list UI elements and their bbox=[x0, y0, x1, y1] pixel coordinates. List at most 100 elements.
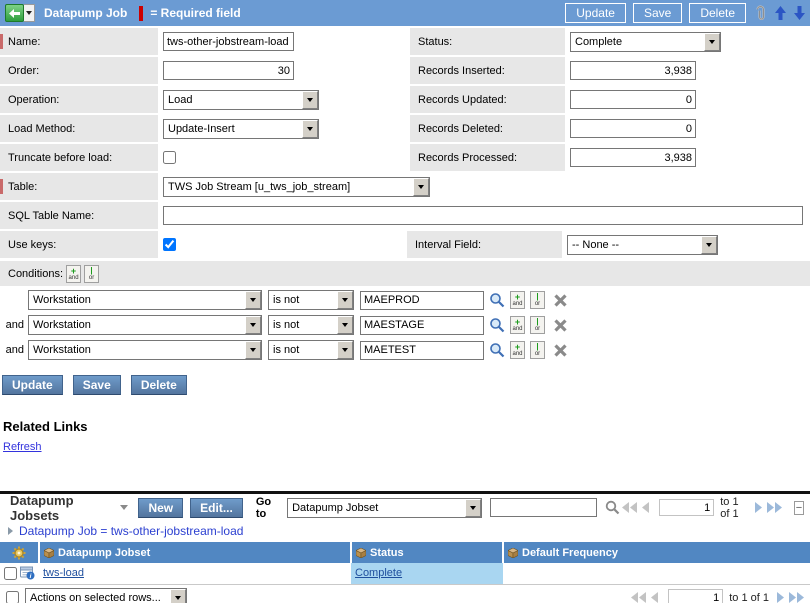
condition-row: and Workstation is not +and |or bbox=[0, 339, 810, 361]
add-or-condition-button[interactable]: |or bbox=[84, 265, 99, 283]
list-title[interactable]: Datapump Jobsets bbox=[10, 493, 116, 523]
reference-lookup-icon[interactable] bbox=[489, 342, 505, 358]
records-deleted-input[interactable] bbox=[570, 119, 696, 138]
list-breadcrumb: Datapump Job = tws-other-jobstream-load bbox=[0, 521, 810, 540]
update-button[interactable]: Update bbox=[565, 3, 626, 23]
goto-field-select[interactable]: Datapump Jobset bbox=[287, 498, 482, 518]
search-icon[interactable] bbox=[605, 500, 620, 515]
delete-condition-icon[interactable] bbox=[554, 344, 567, 357]
back-button[interactable] bbox=[5, 4, 24, 22]
records-processed-input[interactable] bbox=[570, 148, 696, 167]
column-header-jobset[interactable]: Datapump Jobset bbox=[39, 542, 351, 563]
select-all-checkbox[interactable] bbox=[6, 591, 19, 603]
page-number-input[interactable] bbox=[668, 589, 723, 603]
list-pager-bottom: to 1 of 1 bbox=[629, 589, 806, 603]
records-deleted-label: Records Deleted: bbox=[410, 115, 565, 142]
table-label: Table: bbox=[0, 173, 158, 200]
add-and-condition-button[interactable]: +and bbox=[510, 316, 525, 334]
order-input[interactable] bbox=[163, 61, 294, 80]
status-select[interactable]: Complete bbox=[570, 32, 721, 52]
add-and-condition-button[interactable]: +and bbox=[510, 341, 525, 359]
new-button[interactable]: New bbox=[138, 498, 183, 518]
next-page-icon[interactable] bbox=[777, 592, 785, 603]
last-page-icon[interactable] bbox=[767, 502, 782, 513]
next-record-icon[interactable] bbox=[794, 6, 805, 20]
name-input[interactable] bbox=[163, 32, 294, 51]
condition-operator-select[interactable]: is not bbox=[268, 315, 354, 335]
delete-condition-icon[interactable] bbox=[554, 294, 567, 307]
row-checkbox[interactable] bbox=[4, 567, 17, 580]
operation-select[interactable]: Load bbox=[163, 90, 319, 110]
previous-record-icon[interactable] bbox=[775, 6, 786, 20]
refresh-link[interactable]: Refresh bbox=[3, 441, 42, 453]
save-button[interactable]: Save bbox=[633, 3, 682, 23]
truncate-label: Truncate before load: bbox=[0, 144, 158, 171]
previous-page-icon[interactable] bbox=[650, 592, 658, 603]
condition-value-input[interactable] bbox=[360, 341, 484, 360]
delete-condition-icon[interactable] bbox=[554, 319, 567, 332]
edit-button[interactable]: Edit... bbox=[190, 498, 243, 518]
first-page-icon[interactable] bbox=[631, 592, 646, 603]
form-row-operation: Operation: Load bbox=[0, 86, 405, 113]
back-menu-button[interactable] bbox=[24, 4, 35, 22]
condition-field-select[interactable]: Workstation bbox=[28, 290, 262, 310]
jobset-cell: tws-load bbox=[39, 563, 351, 584]
previous-page-icon[interactable] bbox=[641, 502, 649, 513]
condition-operator-select[interactable]: is not bbox=[268, 340, 354, 360]
load-method-select[interactable]: Update-Insert bbox=[163, 119, 319, 139]
conditions-bar: Conditions: +and |or bbox=[0, 261, 810, 286]
add-or-condition-button[interactable]: |or bbox=[530, 341, 545, 359]
form-row-status: Status: Complete bbox=[405, 28, 810, 55]
record-preview-icon[interactable]: i bbox=[20, 566, 35, 580]
sql-table-name-input[interactable] bbox=[163, 206, 803, 225]
reference-lookup-icon[interactable] bbox=[489, 317, 505, 333]
page-number-input[interactable] bbox=[659, 499, 714, 516]
breadcrumb-arrow-icon bbox=[8, 527, 13, 535]
first-page-icon[interactable] bbox=[622, 502, 637, 513]
chevron-down-icon bbox=[465, 499, 481, 517]
cube-icon bbox=[508, 548, 518, 558]
reference-lookup-icon[interactable] bbox=[489, 292, 505, 308]
delete-button[interactable]: Delete bbox=[689, 3, 746, 23]
last-page-icon[interactable] bbox=[789, 592, 804, 603]
delete-button[interactable]: Delete bbox=[131, 375, 187, 395]
condition-value-input[interactable] bbox=[360, 316, 484, 335]
table-select[interactable]: TWS Job Stream [u_tws_job_stream] bbox=[163, 177, 430, 197]
header-gear-cell[interactable] bbox=[0, 542, 39, 563]
condition-value-input[interactable] bbox=[360, 291, 484, 310]
form-footer-buttons: Update Save Delete bbox=[2, 375, 810, 395]
add-and-condition-button[interactable]: +and bbox=[66, 265, 81, 283]
add-or-condition-button[interactable]: |or bbox=[530, 291, 545, 309]
update-button[interactable]: Update bbox=[2, 375, 63, 395]
condition-field-select[interactable]: Workstation bbox=[28, 340, 262, 360]
list-footer: Actions on selected rows... to 1 of 1 bbox=[0, 588, 810, 603]
records-inserted-input[interactable] bbox=[570, 61, 696, 80]
interval-field-select[interactable]: -- None -- bbox=[567, 235, 718, 255]
add-and-condition-button[interactable]: +and bbox=[510, 291, 525, 309]
required-marker-legend bbox=[139, 6, 143, 21]
cube-icon bbox=[44, 548, 54, 558]
back-arrow-icon bbox=[9, 9, 20, 18]
column-header-status[interactable]: Status bbox=[351, 542, 503, 563]
jobset-link[interactable]: tws-load bbox=[43, 567, 84, 579]
actions-select[interactable]: Actions on selected rows... bbox=[25, 588, 187, 603]
condition-operator-select[interactable]: is not bbox=[268, 290, 354, 310]
add-or-condition-button[interactable]: |or bbox=[530, 316, 545, 334]
form-row-truncate: Truncate before load: bbox=[0, 144, 405, 171]
truncate-checkbox[interactable] bbox=[163, 151, 176, 164]
attachment-paperclip-icon[interactable] bbox=[754, 5, 767, 22]
condition-field-select[interactable]: Workstation bbox=[28, 315, 262, 335]
collapse-list-button[interactable]: − bbox=[794, 501, 804, 515]
status-link[interactable]: Complete bbox=[355, 567, 402, 579]
save-button[interactable]: Save bbox=[73, 375, 121, 395]
interval-field-label: Interval Field: bbox=[407, 231, 562, 258]
records-updated-input[interactable] bbox=[570, 90, 696, 109]
list-menu-icon[interactable] bbox=[120, 505, 128, 510]
column-header-frequency[interactable]: Default Frequency bbox=[503, 542, 810, 563]
chevron-down-icon bbox=[26, 11, 32, 15]
list-search-input[interactable] bbox=[490, 498, 597, 517]
page-title: Datapump Job bbox=[44, 6, 127, 20]
breadcrumb-filter-link[interactable]: Datapump Job = tws-other-jobstream-load bbox=[19, 524, 243, 538]
use-keys-checkbox[interactable] bbox=[163, 238, 176, 251]
next-page-icon[interactable] bbox=[755, 502, 763, 513]
